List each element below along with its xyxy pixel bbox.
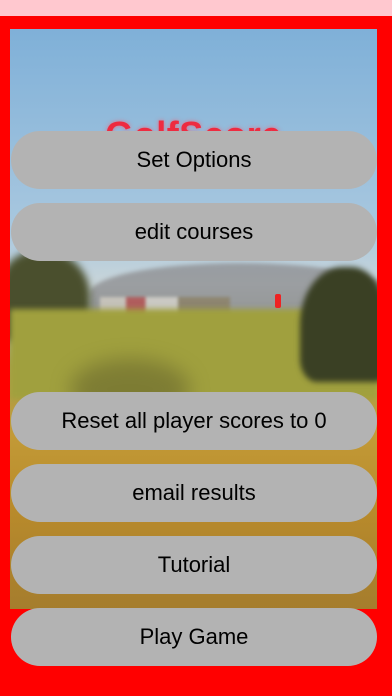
- reset-scores-button[interactable]: Reset all player scores to 0: [11, 392, 377, 450]
- set-options-button[interactable]: Set Options: [11, 131, 377, 189]
- play-game-button[interactable]: Play Game: [11, 608, 377, 666]
- edit-courses-button[interactable]: edit courses: [11, 203, 377, 261]
- trees-right: [300, 267, 377, 382]
- golf-course-background-image: GolfScore: [10, 29, 377, 609]
- tutorial-button[interactable]: Tutorial: [11, 536, 377, 594]
- status-bar: [0, 0, 392, 16]
- flag-icon: [275, 294, 281, 308]
- email-results-button[interactable]: email results: [11, 464, 377, 522]
